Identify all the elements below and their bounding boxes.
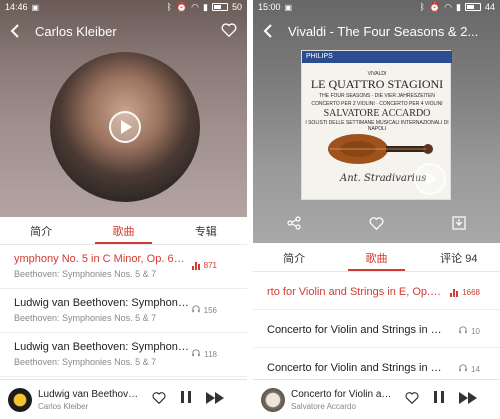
album-actions [253,212,500,238]
tab-comments[interactable]: 评论 94 [418,244,500,271]
song-title: Ludwig van Beethoven: Symphony... [14,297,189,309]
artist-screen: 14:46 ▣ ᛒ ⏰ ◠ ▮ 50 Carlos Kleiber 简介 歌曲 … [0,0,247,419]
song-list: rto for Violin and Strings in E, Op.8, N… [253,272,500,386]
album-cover[interactable]: PHILIPS VIVALDI LE QUATTRO STAGIONI THE … [301,50,452,200]
tab-albums[interactable]: 专辑 [165,217,247,244]
play-count-value: 1668 [462,288,480,297]
song-row[interactable]: Ludwig van Beethoven: Symphony... Beetho… [0,289,247,333]
song-title: rto for Violin and Strings in E, Op.8, N [267,286,442,298]
page-title: Carlos Kleiber [35,23,117,39]
alarm-icon: ⏰ [175,1,188,12]
play-count-value: 14 [471,364,480,374]
song-title: Concerto for Violin and Strings in E,... [267,324,442,336]
song-title: Ludwig van Beethoven: Symphony... [14,341,189,353]
play-icon[interactable] [109,111,141,143]
battery-level: 50 [231,2,242,12]
song-album: Beethoven: Symphonies Nos. 5 & 7 [14,313,157,323]
song-title: ymphony No. 5 in C Minor, Op. 67 - I. Al [14,253,189,265]
share-icon[interactable] [287,215,301,235]
play-icon[interactable] [414,163,446,195]
battery-icon [211,3,228,11]
mini-player-artist: Salvatore Accardo [291,401,356,411]
album-header: 15:00 ▣ ᛒ ⏰ ◠ ▮ 44 Vivaldi - The Four Se… [253,0,500,243]
signal-icon: ▮ [456,1,461,12]
title-bar: Carlos Kleiber [0,18,247,44]
play-count-value: 118 [204,349,217,359]
back-arrow-icon[interactable] [3,18,27,44]
heart-icon[interactable] [369,216,384,235]
tab-songs[interactable]: 歌曲 [335,244,417,271]
alarm-icon: ⏰ [428,1,441,12]
pause-icon[interactable] [433,390,445,409]
song-album: Beethoven: Symphonies Nos. 5 & 7 [14,357,157,367]
mini-player-artist: Carlos Kleiber [38,401,89,411]
battery-level: 44 [484,2,495,12]
status-bar: 15:00 ▣ ᛒ ⏰ ◠ ▮ 44 [253,0,500,14]
headphones-icon [192,349,200,359]
now-playing-bars-icon [191,261,200,270]
heart-icon[interactable] [152,391,166,409]
cover-title: LE QUATTRO STAGIONI [310,77,444,91]
headphones-icon [459,326,467,336]
favorite-heart-icon[interactable] [221,22,237,42]
cover-subtitle-2: CONCERTO PER 2 VIOLINI · CONCERTO PER 4 … [311,101,443,107]
mini-player[interactable]: Ludwig van Beethoven:... Carlos Kleiber [0,379,247,419]
violin-illustration [328,134,433,164]
next-track-icon[interactable] [459,391,477,409]
status-time: 14:46 [5,2,28,12]
title-bar: Vivaldi - The Four Seasons & 2... [253,18,500,44]
tab-intro[interactable]: 简介 [0,217,82,244]
pause-icon[interactable] [180,390,192,409]
play-count-value: 871 [203,261,217,270]
play-count: 156 [191,305,217,315]
song-row[interactable]: ymphony No. 5 in C Minor, Op. 67 - I. Al… [0,245,247,289]
next-track-icon[interactable] [206,391,224,409]
album-screen: 15:00 ▣ ᛒ ⏰ ◠ ▮ 44 Vivaldi - The Four Se… [253,0,500,419]
song-row[interactable]: Ludwig van Beethoven: Symphony... Beetho… [0,333,247,377]
mini-player-title: Concerto for Violin and... [291,388,395,400]
mini-player[interactable]: Concerto for Violin and... Salvatore Acc… [253,379,500,419]
download-icon[interactable] [452,215,466,235]
artist-header: 14:46 ▣ ᛒ ⏰ ◠ ▮ 50 Carlos Kleiber [0,0,247,217]
tab-songs[interactable]: 歌曲 [82,217,164,244]
song-album: Beethoven: Symphonies Nos. 5 & 7 [14,269,157,279]
tab-bar: 简介 歌曲 评论 94 [253,244,500,272]
headphones-icon [191,305,200,315]
play-count: 1668 [450,288,480,297]
play-count-value: 10 [471,326,480,336]
artist-photo[interactable] [50,52,200,202]
song-row[interactable]: Concerto for Violin and Strings in E,...… [253,310,500,348]
page-title: Vivaldi - The Four Seasons & 2... [288,23,479,39]
wifi-icon: ◠ [191,1,200,12]
label-logo: PHILIPS [302,51,452,63]
tab-bar: 简介 歌曲 专辑 [0,217,247,245]
now-playing-bars-icon [450,288,459,297]
cover-subtitle: THE FOUR SEASONS · DIE VIER JAHRESZEITEN [319,93,435,99]
mini-player-album-art[interactable] [8,387,32,412]
play-count: 871 [191,261,217,270]
song-list: ymphony No. 5 in C Minor, Op. 67 - I. Al… [0,245,247,377]
image-notification-icon: ▣ [284,2,293,12]
play-count: 10 [459,326,480,336]
signal-icon: ▮ [203,1,208,12]
tab-intro[interactable]: 简介 [253,244,335,271]
mini-player-title: Ludwig van Beethoven:... [38,388,142,400]
image-notification-icon: ▣ [31,2,40,12]
status-bar: 14:46 ▣ ᛒ ⏰ ◠ ▮ 50 [0,0,247,14]
song-row[interactable]: rto for Violin and Strings in E, Op.8, N… [253,272,500,310]
headphones-icon [459,364,467,374]
play-count: 14 [459,364,480,374]
bluetooth-icon: ᛒ [419,2,425,12]
status-time: 15:00 [258,2,281,12]
mini-player-album-art[interactable] [261,387,285,412]
play-count-value: 156 [203,305,217,315]
song-title: Concerto for Violin and Strings in E,... [267,362,442,374]
play-count: 118 [192,349,217,359]
bluetooth-icon: ᛒ [166,2,172,12]
heart-icon[interactable] [405,391,419,409]
battery-icon [464,3,481,11]
back-arrow-icon[interactable] [256,18,280,44]
wifi-icon: ◠ [444,1,453,12]
cover-soloist: SALVATORE ACCARDO [323,108,431,119]
